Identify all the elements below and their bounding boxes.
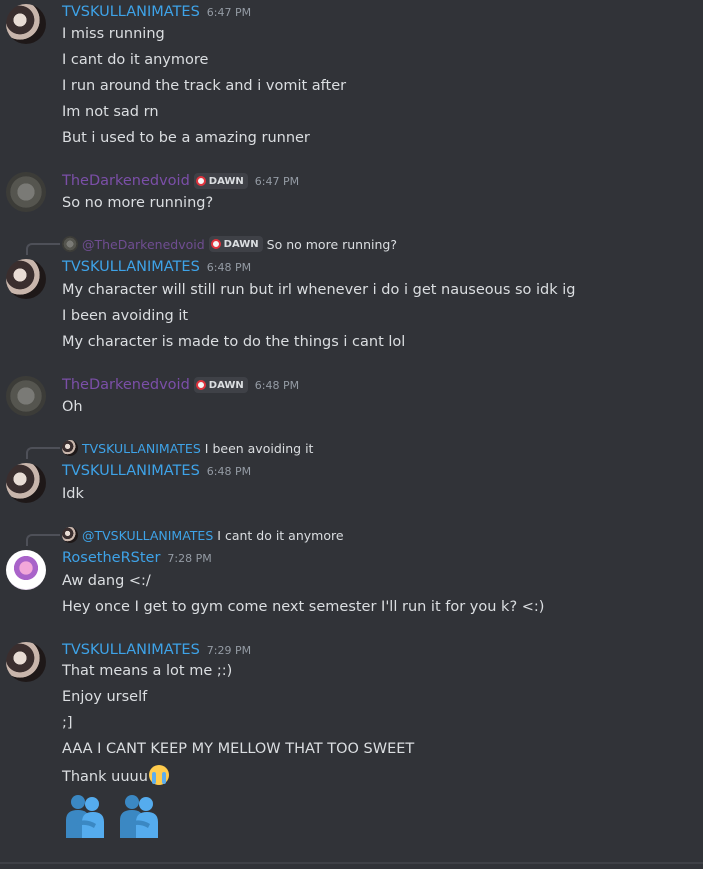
message-line: Thank uuuu bbox=[62, 765, 169, 787]
message-header: TVSKULLANIMATES 6:48 PM bbox=[62, 257, 251, 277]
reply-preview[interactable]: @TheDarkenedvoid DAWN So no more running… bbox=[26, 235, 397, 255]
message-header: RosetheRSter 7:28 PM bbox=[62, 548, 212, 568]
message-text: Oh bbox=[62, 399, 83, 415]
people-hugging-icon[interactable] bbox=[116, 792, 162, 838]
message-text: So no more running? bbox=[62, 195, 214, 211]
reply-connector bbox=[26, 243, 60, 255]
message-text: I been avoiding it bbox=[62, 308, 189, 324]
emoji-row bbox=[62, 792, 172, 840]
reply-username[interactable]: TVSKULLANIMATES bbox=[82, 441, 201, 456]
server-tag: DAWN bbox=[208, 236, 263, 252]
message-text: I miss running bbox=[62, 26, 165, 42]
reply-avatar bbox=[62, 440, 78, 456]
reply-preview[interactable]: TVSKULLANIMATES I been avoiding it bbox=[26, 439, 314, 459]
message-header: TVSKULLANIMATES 6:47 PM bbox=[62, 2, 251, 22]
reply-text: I cant do it anymore bbox=[217, 527, 344, 543]
divider bbox=[0, 862, 703, 864]
people-hugging-icon[interactable] bbox=[62, 792, 108, 838]
timestamp: 6:48 PM bbox=[254, 378, 300, 392]
username[interactable]: TVSKULLANIMATES bbox=[62, 4, 200, 20]
timestamp: 7:28 PM bbox=[167, 551, 212, 565]
message-text: Enjoy urself bbox=[62, 689, 148, 705]
username[interactable]: TheDarkenedvoid bbox=[62, 173, 190, 189]
message-text: That means a lot me ;:) bbox=[62, 663, 233, 679]
reply-connector bbox=[26, 534, 60, 546]
reply-avatar bbox=[62, 527, 78, 543]
chat-log: TVSKULLANIMATES 6:47 PM I miss running I… bbox=[0, 0, 703, 869]
server-tag[interactable]: DAWN bbox=[193, 173, 248, 189]
loudly-crying-face-icon[interactable] bbox=[148, 765, 169, 785]
message-text: Hey once I get to gym come next semester… bbox=[62, 599, 545, 615]
message-text: But i used to be a amazing runner bbox=[62, 130, 310, 146]
avatar[interactable] bbox=[6, 642, 46, 682]
reply-preview[interactable]: @TVSKULLANIMATES I cant do it anymore bbox=[26, 526, 344, 546]
dawn-tag-icon bbox=[195, 380, 206, 390]
avatar[interactable] bbox=[6, 463, 46, 503]
timestamp: 7:29 PM bbox=[206, 643, 252, 657]
avatar[interactable] bbox=[6, 550, 46, 590]
message-header: TVSKULLANIMATES 6:48 PM bbox=[62, 461, 251, 481]
reply-text: So no more running? bbox=[266, 236, 397, 252]
message-text: Idk bbox=[62, 486, 84, 502]
timestamp: 6:48 PM bbox=[206, 464, 252, 478]
timestamp: 6:47 PM bbox=[254, 174, 300, 188]
avatar[interactable] bbox=[6, 259, 46, 299]
message-header: TheDarkenedvoid DAWN 6:48 PM bbox=[62, 375, 299, 395]
reply-username[interactable]: @TVSKULLANIMATES bbox=[82, 528, 213, 543]
message-text: My character is made to do the things i … bbox=[62, 334, 406, 350]
message-text: I run around the track and i vomit after bbox=[62, 78, 347, 94]
message-text: ;] bbox=[62, 715, 73, 731]
avatar[interactable] bbox=[6, 376, 46, 416]
timestamp: 6:48 PM bbox=[206, 260, 252, 274]
timestamp: 6:47 PM bbox=[206, 5, 252, 19]
reply-username[interactable]: @TheDarkenedvoid bbox=[82, 237, 205, 252]
username[interactable]: TVSKULLANIMATES bbox=[62, 642, 200, 658]
reply-avatar bbox=[62, 236, 78, 252]
username[interactable]: TheDarkenedvoid bbox=[62, 377, 190, 393]
message-text: My character will still run but irl when… bbox=[62, 282, 576, 298]
server-tag[interactable]: DAWN bbox=[193, 377, 248, 393]
dawn-tag-icon bbox=[195, 176, 206, 186]
message-text: AAA I CANT KEEP MY MELLOW THAT TOO SWEET bbox=[62, 741, 415, 757]
message-text: I cant do it anymore bbox=[62, 52, 209, 68]
message-text: Thank uuuu bbox=[62, 769, 148, 785]
reply-connector bbox=[26, 447, 60, 459]
username[interactable]: TVSKULLANIMATES bbox=[62, 259, 200, 275]
username[interactable]: TVSKULLANIMATES bbox=[62, 463, 200, 479]
message-header: TVSKULLANIMATES 7:29 PM bbox=[62, 640, 251, 660]
avatar[interactable] bbox=[6, 172, 46, 212]
username[interactable]: RosetheRSter bbox=[62, 550, 160, 566]
dawn-tag-icon bbox=[210, 239, 221, 249]
message-text: Im not sad rn bbox=[62, 104, 159, 120]
message-header: TheDarkenedvoid DAWN 6:47 PM bbox=[62, 171, 299, 191]
reply-text: I been avoiding it bbox=[204, 440, 314, 456]
message-text: Aw dang <:/ bbox=[62, 573, 151, 589]
avatar[interactable] bbox=[6, 4, 46, 44]
